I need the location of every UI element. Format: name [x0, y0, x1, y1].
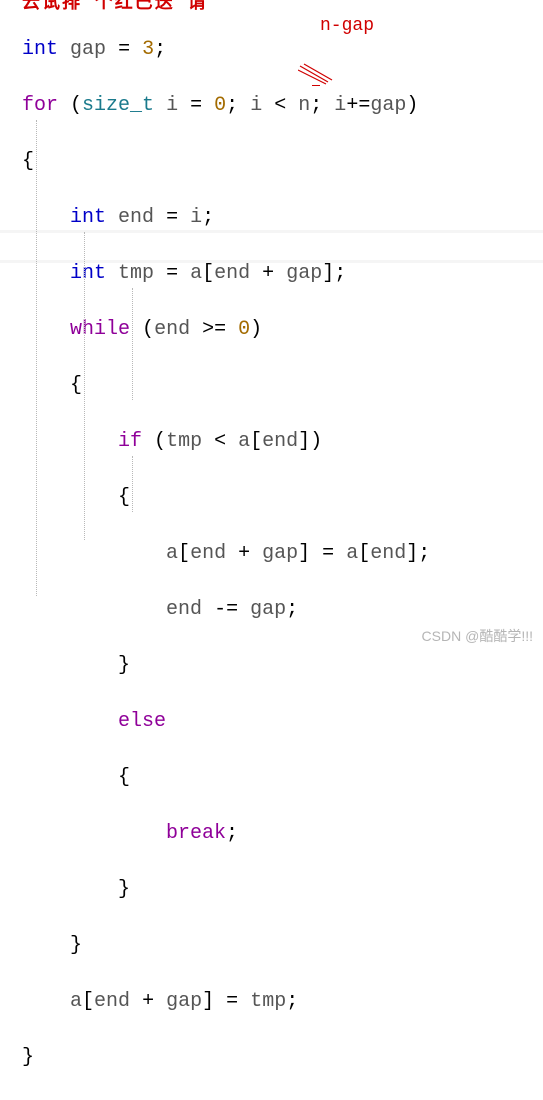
code-line: int tmp = a[end + gap]; [22, 260, 543, 288]
code-line: else [22, 708, 543, 736]
code-line: { [22, 484, 543, 512]
code-line: { [22, 764, 543, 792]
code-line: { [22, 372, 543, 400]
code-line: end -= gap; [22, 596, 543, 624]
code-line: while (end >= 0) [22, 316, 543, 344]
code-line: int end = i; [22, 204, 543, 232]
code-line: } [22, 932, 543, 960]
code-line: if (tmp < a[end]) [22, 428, 543, 456]
code-line: int gap = 3; [22, 36, 543, 64]
code-line: } [22, 1044, 543, 1072]
code-line: } [22, 652, 543, 680]
code-line: a[end + gap] = tmp; [22, 988, 543, 1016]
code-line: for (size_t i = 0; i < n; i+=gap) [22, 92, 543, 120]
code-line: break; [22, 820, 543, 848]
code-line: a[end + gap] = a[end]; [22, 540, 543, 568]
code-block: int gap = 3; for (size_t i = 0; i < n; i… [0, 0, 543, 1100]
code-line: } [22, 876, 543, 904]
code-line: { [22, 148, 543, 176]
watermark: CSDN @酷酷学!!! [422, 627, 533, 647]
